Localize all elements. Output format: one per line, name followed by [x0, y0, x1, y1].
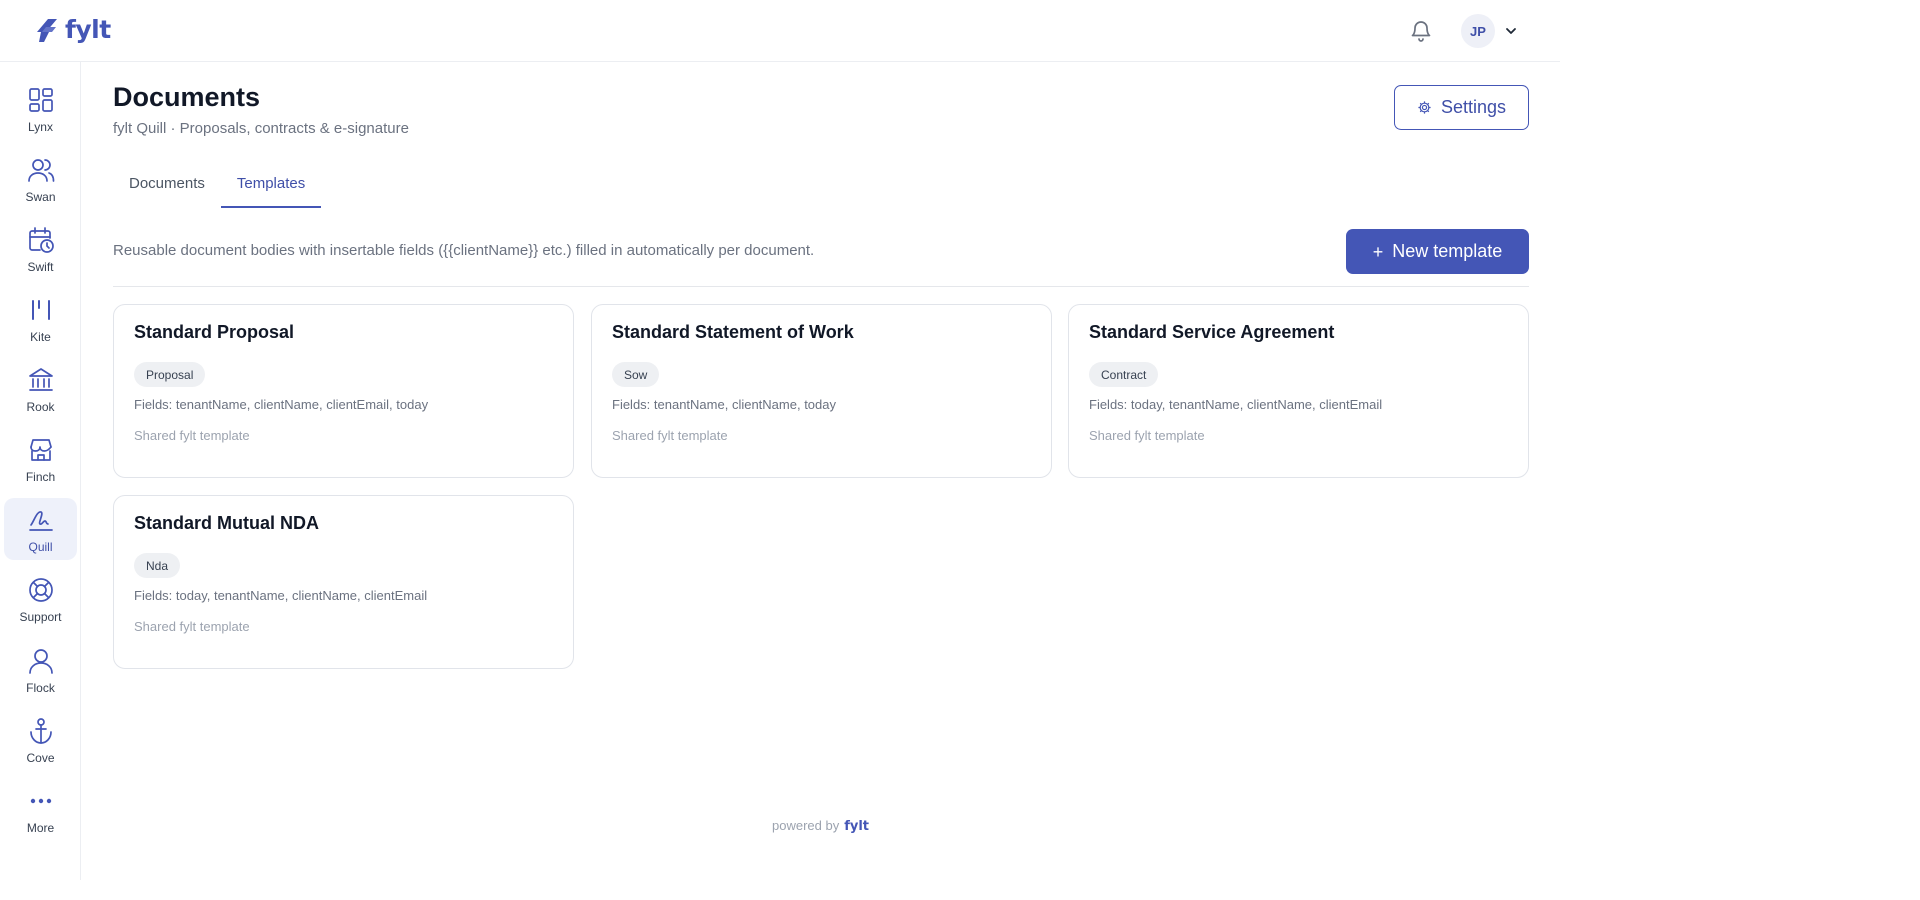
template-card-contract[interactable]: Standard Service Agreement Contract Fiel… [1068, 304, 1529, 478]
sidebar-item-label: Kite [30, 330, 51, 344]
user-icon [28, 649, 53, 674]
top-bar: fylt JP [0, 0, 1560, 62]
template-card-title: Standard Service Agreement [1089, 322, 1335, 342]
tab-bar: Documents Templates [113, 170, 322, 208]
sidebar-item-label: Quill [28, 540, 53, 554]
powered-by-footer: powered by fylt [772, 818, 869, 834]
template-card-title: Standard Statement of Work [612, 322, 854, 342]
template-card-title: Standard Mutual NDA [134, 513, 320, 533]
template-type-badge: Nda [134, 553, 181, 578]
user-avatar[interactable]: JP [1461, 14, 1495, 48]
lifebuoy-icon [28, 578, 53, 602]
tab-documents[interactable]: Documents [113, 170, 221, 208]
plus-icon: + [1372, 241, 1384, 262]
fylt-logo-icon [37, 18, 57, 42]
app-root: fylt JP Lynx Swan Swift Kite Rook Finch … [0, 0, 1560, 880]
sidebar-item-cove[interactable]: Cove [4, 709, 77, 771]
template-card-sow[interactable]: Standard Statement of Work Sow Fields: t… [591, 304, 1052, 478]
sidebar-item-label: Lynx [28, 120, 53, 134]
template-shared-label: Shared fylt template [612, 428, 728, 443]
sidebar-item-label: Swan [25, 190, 56, 204]
template-card-title: Standard Proposal [134, 322, 295, 342]
users-icon [27, 159, 54, 182]
template-type-badge: Contract [1089, 362, 1159, 387]
powered-by-text: powered by [772, 818, 840, 833]
sidebar-item-label: Rook [26, 400, 55, 414]
more-icon [30, 798, 51, 804]
bell-icon[interactable] [1409, 18, 1433, 42]
calendar-clock-icon [28, 227, 54, 253]
signature-icon [28, 511, 53, 531]
sidebar-item-kite[interactable]: Kite [4, 288, 77, 350]
template-card-nda[interactable]: Standard Mutual NDA Nda Fields: today, t… [113, 495, 574, 669]
template-shared-label: Shared fylt template [134, 428, 250, 443]
footer-brand[interactable]: fylt [844, 819, 869, 834]
template-type-badge: Proposal [134, 362, 206, 387]
template-fields: Fields: tenantName, clientName, clientEm… [134, 397, 429, 412]
sidebar-item-rook[interactable]: Rook [4, 358, 77, 420]
template-type-badge: Sow [612, 362, 660, 387]
new-template-button[interactable]: + New template [1346, 229, 1529, 274]
templates-description: Reusable document bodies with insertable… [113, 242, 815, 259]
sidebar: Lynx Swan Swift Kite Rook Finch Quill Su… [0, 62, 81, 880]
template-fields: Fields: tenantName, clientName, today [612, 397, 836, 412]
settings-button-label: Settings [1440, 97, 1507, 117]
new-template-button-label: New template [1392, 241, 1503, 261]
sidebar-item-lynx[interactable]: Lynx [4, 78, 77, 140]
sidebar-item-swan[interactable]: Swan [4, 148, 77, 210]
settings-button[interactable]: Settings [1394, 85, 1529, 130]
sidebar-item-label: Swift [27, 260, 54, 274]
store-icon [29, 439, 52, 461]
bank-icon [28, 368, 53, 391]
sidebar-item-label: Support [19, 610, 62, 624]
sidebar-item-finch[interactable]: Finch [4, 428, 77, 490]
sidebar-item-label: Flock [26, 681, 55, 695]
kite-icon [31, 300, 50, 320]
tab-templates[interactable]: Templates [220, 170, 322, 208]
template-card-proposal[interactable]: Standard Proposal Proposal Fields: tenan… [113, 304, 574, 478]
sidebar-item-label: Cove [26, 751, 55, 765]
template-shared-label: Shared fylt template [1089, 428, 1205, 443]
brand-name: fylt [65, 15, 111, 44]
sidebar-item-support[interactable]: Support [4, 568, 77, 630]
sidebar-item-label: Finch [25, 470, 56, 484]
template-shared-label: Shared fylt template [134, 619, 250, 634]
sidebar-item-more[interactable]: More [4, 779, 77, 841]
sidebar-item-quill[interactable]: Quill [4, 498, 77, 560]
sidebar-item-flock[interactable]: Flock [4, 639, 77, 701]
page-subtitle: fylt Quill · Proposals, contracts & e-si… [113, 120, 409, 137]
sidebar-item-swift[interactable]: Swift [4, 218, 77, 280]
chevron-down-icon[interactable] [1503, 23, 1519, 39]
template-fields: Fields: today, tenantName, clientName, c… [1089, 397, 1383, 412]
template-fields: Fields: today, tenantName, clientName, c… [134, 588, 428, 603]
gear-icon [1418, 101, 1431, 114]
page-title: Documents [113, 82, 261, 112]
brand-logo[interactable]: fylt [32, 15, 111, 44]
sidebar-item-label: More [26, 821, 55, 835]
grid-icon [28, 88, 53, 112]
anchor-icon [29, 718, 52, 744]
section-divider [113, 286, 1529, 287]
